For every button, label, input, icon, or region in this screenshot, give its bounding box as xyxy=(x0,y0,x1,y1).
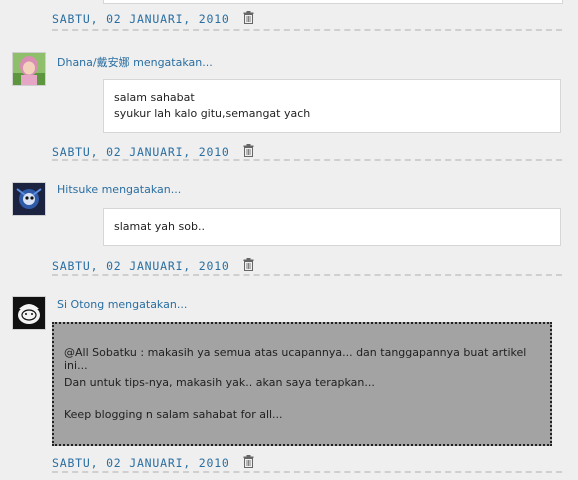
comment-date[interactable]: SABTU, 02 JANUARI, 2010 xyxy=(52,259,230,273)
trash-icon[interactable] xyxy=(243,144,254,157)
comment-date[interactable]: SABTU, 02 JANUARI, 2010 xyxy=(52,456,230,470)
comment-separator xyxy=(52,471,562,473)
avatar-si-otong[interactable] xyxy=(12,296,46,330)
comment-body: slamat yah sob.. xyxy=(103,208,561,246)
comment-separator xyxy=(52,274,562,276)
comment-line: Dan untuk tips-nya, makasih yak.. akan s… xyxy=(64,376,375,389)
comment-date-row: SABTU, 02 JANUARI, 2010 xyxy=(52,455,254,470)
trash-icon[interactable] xyxy=(243,258,254,271)
avatar-hitsuke[interactable] xyxy=(12,182,46,216)
author-comment-highlight: @All Sobatku : makasih ya semua atas uca… xyxy=(52,322,552,446)
comment-date[interactable]: SABTU, 02 JANUARI, 2010 xyxy=(52,12,230,26)
comment-line: Keep blogging n salam sahabat for all... xyxy=(64,408,283,421)
comment-line: syukur lah kalo gitu,semangat yach xyxy=(114,107,311,120)
comment-author-link[interactable]: Hitsuke mengatakan... xyxy=(57,183,181,196)
comment-author-link[interactable]: Si Otong mengatakan... xyxy=(57,298,187,311)
comment-date-row: SABTU, 02 JANUARI, 2010 xyxy=(52,258,254,273)
comment-line: @All Sobatku : makasih ya semua atas uca… xyxy=(64,346,527,372)
comment-author-link[interactable]: Dhana/戴安娜 mengatakan... xyxy=(57,54,213,70)
previous-comment-card xyxy=(103,0,563,4)
comment-date[interactable]: SABTU, 02 JANUARI, 2010 xyxy=(52,145,230,159)
comment-line: salam sahabat xyxy=(114,91,195,104)
comment-separator xyxy=(52,159,562,161)
trash-icon[interactable] xyxy=(243,455,254,468)
avatar-dhana[interactable] xyxy=(12,52,46,86)
comment-date-row: SABTU, 02 JANUARI, 2010 xyxy=(52,144,254,159)
trash-icon[interactable] xyxy=(243,11,254,24)
comment-separator xyxy=(52,29,562,31)
comment-line: slamat yah sob.. xyxy=(114,220,205,233)
comment-date-row: SABTU, 02 JANUARI, 2010 xyxy=(52,11,254,26)
comment-body: salam sahabat syukur lah kalo gitu,seman… xyxy=(103,79,561,133)
